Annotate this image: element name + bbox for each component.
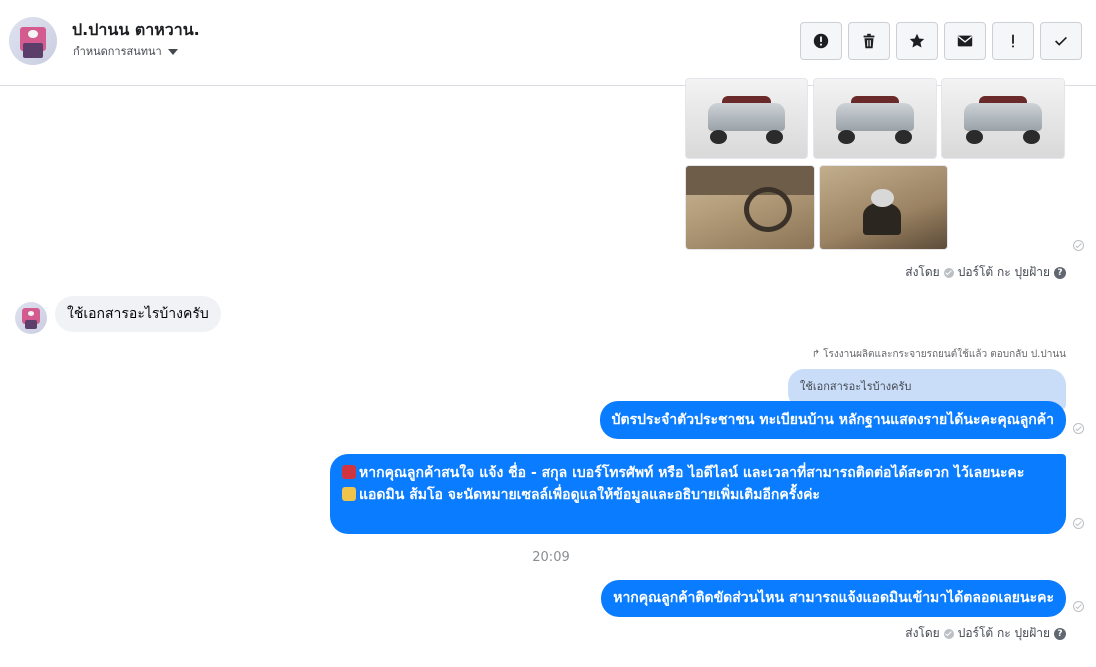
attachment-image-gear-shift[interactable] bbox=[819, 165, 948, 250]
star-button[interactable] bbox=[896, 22, 938, 60]
outgoing-message-bubble[interactable]: หากคุณลูกค้าติดขัดส่วนไหน สามารถแจ้งแอดม… bbox=[601, 580, 1066, 617]
caret-down-icon bbox=[167, 48, 178, 55]
message-timestamp: 20:09 bbox=[532, 550, 570, 565]
done-button[interactable] bbox=[1040, 22, 1082, 60]
sent-by-agent: ปอร์โต้ กะ ปุยฝ้าย bbox=[957, 626, 1050, 640]
message-line: แอดมิน ส้มโอ จะนัดหมายเซลล์เพื่อดูแลให้ข… bbox=[359, 487, 820, 503]
delete-button[interactable] bbox=[848, 22, 890, 60]
attachment-image-car-front-right[interactable] bbox=[813, 78, 937, 159]
contact-name[interactable]: ป.ปานน ตาหวาน. bbox=[72, 18, 200, 43]
sent-by-agent: ปอร์โต้ กะ ปุยฝ้าย bbox=[957, 265, 1050, 279]
sender-avatar[interactable] bbox=[15, 302, 47, 334]
seen-status-icon bbox=[1073, 423, 1084, 434]
verified-check-icon bbox=[943, 628, 954, 639]
seen-status-icon bbox=[1073, 518, 1084, 529]
seen-status-icon bbox=[1073, 601, 1084, 612]
sent-by-info: ส่งโดย ปอร์โต้ กะ ปุยฝ้าย ? bbox=[905, 624, 1066, 643]
sent-by-label: ส่งโดย bbox=[905, 626, 940, 640]
mail-icon bbox=[957, 35, 973, 47]
alert-circle-icon bbox=[813, 33, 829, 49]
sender-avatar-image bbox=[15, 302, 47, 334]
reply-arrow-icon: ↱ bbox=[811, 349, 821, 360]
people-emoji-icon bbox=[342, 487, 356, 501]
outgoing-message-bubble[interactable]: หากคุณลูกค้าสนใจ แจ้ง ชื่อ - สกุล เบอร์โ… bbox=[330, 454, 1066, 534]
verified-check-icon bbox=[943, 267, 954, 278]
telephone-emoji-icon bbox=[342, 465, 356, 479]
attachment-image-car-front[interactable] bbox=[941, 78, 1065, 159]
reply-context-text: โรงงานผลิตและกระจายรถยนต์ใช้แล้ว ตอบกลับ… bbox=[823, 349, 1066, 360]
reply-context: ↱ โรงงานผลิตและกระจายรถยนต์ใช้แล้ว ตอบกล… bbox=[812, 347, 1066, 362]
conversation-assign-dropdown[interactable]: กำหนดการสนทนา bbox=[73, 42, 178, 60]
conversation-header: ป.ปานน ตาหวาน. กำหนดการสนทนา bbox=[0, 0, 1096, 86]
attachment-image-car-interior[interactable] bbox=[685, 165, 815, 250]
avatar-image bbox=[9, 17, 57, 65]
header-actions bbox=[800, 22, 1082, 60]
conversation-assign-label: กำหนดการสนทนา bbox=[73, 45, 162, 58]
message-line: หากคุณลูกค้าสนใจ แจ้ง ชื่อ - สกุล เบอร์โ… bbox=[359, 465, 1025, 481]
incoming-message-bubble[interactable]: ใช้เอกสารอะไรบ้างครับ bbox=[55, 296, 221, 332]
outgoing-message-bubble[interactable]: บัตรประจำตัวประชาชน ทะเบียนบ้าน หลักฐานแ… bbox=[599, 401, 1066, 439]
check-icon bbox=[1055, 36, 1067, 46]
sent-by-info: ส่งโดย ปอร์โต้ กะ ปุยฝ้าย ? bbox=[905, 263, 1066, 282]
help-icon[interactable]: ? bbox=[1054, 266, 1066, 279]
avatar[interactable] bbox=[9, 17, 57, 65]
star-icon bbox=[909, 33, 925, 48]
report-button[interactable] bbox=[800, 22, 842, 60]
exclamation-icon bbox=[1012, 34, 1014, 48]
seen-status-icon bbox=[1073, 240, 1084, 251]
trash-icon bbox=[863, 33, 875, 49]
mail-button[interactable] bbox=[944, 22, 986, 60]
important-button[interactable] bbox=[992, 22, 1034, 60]
help-icon[interactable]: ? bbox=[1054, 627, 1066, 640]
attachment-image-car-front-left[interactable] bbox=[685, 78, 808, 159]
sent-by-label: ส่งโดย bbox=[905, 265, 940, 279]
